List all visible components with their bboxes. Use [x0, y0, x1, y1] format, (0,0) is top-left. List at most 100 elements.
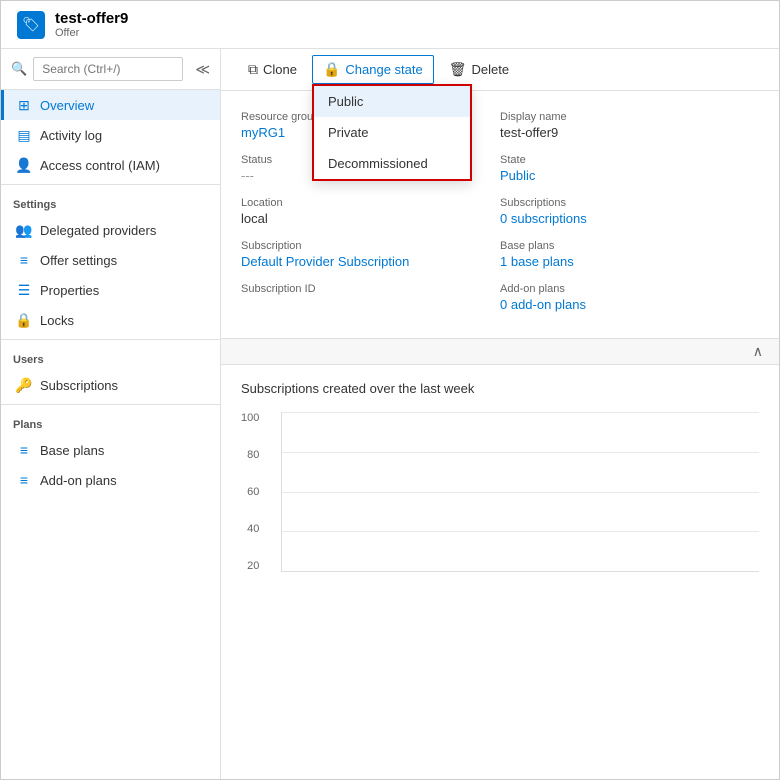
- users-section-label: Users: [1, 344, 220, 370]
- chart-y-label-100: 100: [241, 412, 259, 424]
- sidebar-item-overview[interactable]: ⊞ Overview: [1, 90, 220, 120]
- sidebar-item-offer-settings-label: Offer settings: [40, 253, 117, 268]
- add-on-plans-icon: ≡: [16, 472, 32, 488]
- app-icon: 🏷: [17, 11, 45, 39]
- detail-subscriptions-label: Subscriptions: [500, 197, 759, 209]
- sidebar-item-subscriptions[interactable]: 🔑 Subscriptions: [1, 370, 220, 400]
- detail-add-on-plans-value[interactable]: 0 add-on plans: [500, 297, 586, 312]
- activity-log-icon: ▤: [16, 127, 32, 143]
- search-icon: 🔍: [11, 61, 27, 77]
- dropdown-item-decommissioned[interactable]: Decommissioned: [314, 148, 470, 179]
- detail-location-label: Location: [241, 197, 500, 209]
- detail-state: State Public: [500, 150, 759, 193]
- chart-grid: [281, 412, 759, 572]
- sidebar-item-delegated-providers[interactable]: 👥 Delegated providers: [1, 215, 220, 245]
- divider-1: [1, 184, 220, 185]
- content-area: ⧉ Clone 🔒 Change state Public: [221, 49, 779, 779]
- detail-subscriptions-value[interactable]: 0 subscriptions: [500, 211, 587, 226]
- divider-3: [1, 404, 220, 405]
- base-plans-icon: ≡: [16, 442, 32, 458]
- detail-resource-group-value[interactable]: myRG1: [241, 125, 285, 140]
- detail-subscription-value[interactable]: Default Provider Subscription: [241, 254, 409, 269]
- properties-icon: ☰: [16, 282, 32, 298]
- detail-display-name-label: Display name: [500, 111, 759, 123]
- chart-y-label-80: 80: [241, 449, 259, 461]
- overview-icon: ⊞: [16, 97, 32, 113]
- chart-title: Subscriptions created over the last week: [241, 381, 759, 396]
- sidebar-item-locks[interactable]: 🔒 Locks: [1, 305, 220, 335]
- plans-section-label: Plans: [1, 409, 220, 435]
- sidebar-item-activity-log-label: Activity log: [40, 128, 102, 143]
- detail-subscriptions: Subscriptions 0 subscriptions: [500, 193, 759, 236]
- detail-base-plans-value[interactable]: 1 base plans: [500, 254, 574, 269]
- delegated-providers-icon: 👥: [16, 222, 32, 238]
- sidebar-item-access-control[interactable]: 👤 Access control (IAM): [1, 150, 220, 180]
- delete-button[interactable]: 🗑 Delete: [438, 55, 520, 84]
- dropdown-private-label: Private: [328, 125, 368, 140]
- clone-button[interactable]: ⧉ Clone: [237, 55, 308, 84]
- detail-location-value: local: [241, 211, 500, 226]
- detail-subscription-id: Subscription ID: [241, 279, 500, 307]
- dropdown-item-private[interactable]: Private: [314, 117, 470, 148]
- clone-icon: ⧉: [248, 61, 258, 78]
- chart-grid-line-0: [282, 412, 759, 413]
- detail-display-name-value: test-offer9: [500, 125, 759, 140]
- chart-container: 100 80 60 40 20: [281, 412, 759, 572]
- sidebar: 🔍 ≪ ⊞ Overview ▤ Activity log 👤 Access c…: [1, 49, 221, 779]
- app-window: 🏷 test-offer9 Offer 🔍 ≪ ⊞ Overview ▤ Act…: [0, 0, 780, 780]
- detail-base-plans-label: Base plans: [500, 240, 759, 252]
- chart-y-label-20: 20: [241, 560, 259, 572]
- settings-section-label: Settings: [1, 189, 220, 215]
- access-control-icon: 👤: [16, 157, 32, 173]
- sidebar-item-locks-label: Locks: [40, 313, 74, 328]
- search-input[interactable]: [33, 57, 183, 81]
- sidebar-item-activity-log[interactable]: ▤ Activity log: [1, 120, 220, 150]
- chart-y-labels: 100 80 60 40 20: [241, 412, 259, 572]
- sidebar-item-properties-label: Properties: [40, 283, 99, 298]
- change-state-button[interactable]: 🔒 Change state: [312, 55, 434, 84]
- detail-location: Location local: [241, 193, 500, 236]
- sidebar-item-subscriptions-label: Subscriptions: [40, 378, 118, 393]
- dropdown-public-label: Public: [328, 94, 363, 109]
- header-text: test-offer9 Offer: [55, 10, 128, 39]
- detail-subscription-label: Subscription: [241, 240, 500, 252]
- chart-grid-line-1: [282, 452, 759, 453]
- toolbar: ⧉ Clone 🔒 Change state Public: [221, 49, 779, 91]
- chart-section-bar: ∧: [221, 338, 779, 365]
- sidebar-item-overview-label: Overview: [40, 98, 94, 113]
- detail-add-on-plans-label: Add-on plans: [500, 283, 759, 295]
- header-title: test-offer9: [55, 10, 128, 27]
- detail-state-label: State: [500, 154, 759, 166]
- delete-label: Delete: [472, 62, 510, 77]
- dropdown-item-public[interactable]: Public: [314, 86, 470, 117]
- subscriptions-icon: 🔑: [16, 377, 32, 393]
- offer-settings-icon: ≡: [16, 252, 32, 268]
- chart-y-label-40: 40: [241, 523, 259, 535]
- sidebar-item-delegated-providers-label: Delegated providers: [40, 223, 156, 238]
- main-layout: 🔍 ≪ ⊞ Overview ▤ Activity log 👤 Access c…: [1, 49, 779, 779]
- clone-label: Clone: [263, 62, 297, 77]
- change-state-icon: 🔒: [323, 61, 340, 78]
- locks-icon: 🔒: [16, 312, 32, 328]
- sidebar-item-base-plans-label: Base plans: [40, 443, 104, 458]
- change-state-label: Change state: [345, 62, 422, 77]
- sidebar-item-add-on-plans[interactable]: ≡ Add-on plans: [1, 465, 220, 495]
- sidebar-collapse-button[interactable]: ≪: [195, 61, 210, 78]
- offer-icon-symbol: 🏷: [22, 16, 40, 33]
- sidebar-item-properties[interactable]: ☰ Properties: [1, 275, 220, 305]
- chart-grid-line-3: [282, 531, 759, 532]
- change-state-dropdown-wrapper: 🔒 Change state Public Private Decommissi…: [312, 55, 434, 84]
- sidebar-item-base-plans[interactable]: ≡ Base plans: [1, 435, 220, 465]
- header-subtitle: Offer: [55, 27, 128, 39]
- detail-subscription: Subscription Default Provider Subscripti…: [241, 236, 500, 279]
- detail-state-value[interactable]: Public: [500, 168, 535, 183]
- app-header: 🏷 test-offer9 Offer: [1, 1, 779, 49]
- section-bar-collapse-button[interactable]: ∧: [753, 343, 763, 360]
- sidebar-item-offer-settings[interactable]: ≡ Offer settings: [1, 245, 220, 275]
- chart-grid-line-2: [282, 492, 759, 493]
- detail-subscription-id-label: Subscription ID: [241, 283, 500, 295]
- details-right: Display name test-offer9 State Public Su…: [500, 107, 759, 322]
- sidebar-item-access-control-label: Access control (IAM): [40, 158, 160, 173]
- details-grid: Resource group myRG1 Status --- Location…: [221, 91, 779, 338]
- detail-base-plans: Base plans 1 base plans: [500, 236, 759, 279]
